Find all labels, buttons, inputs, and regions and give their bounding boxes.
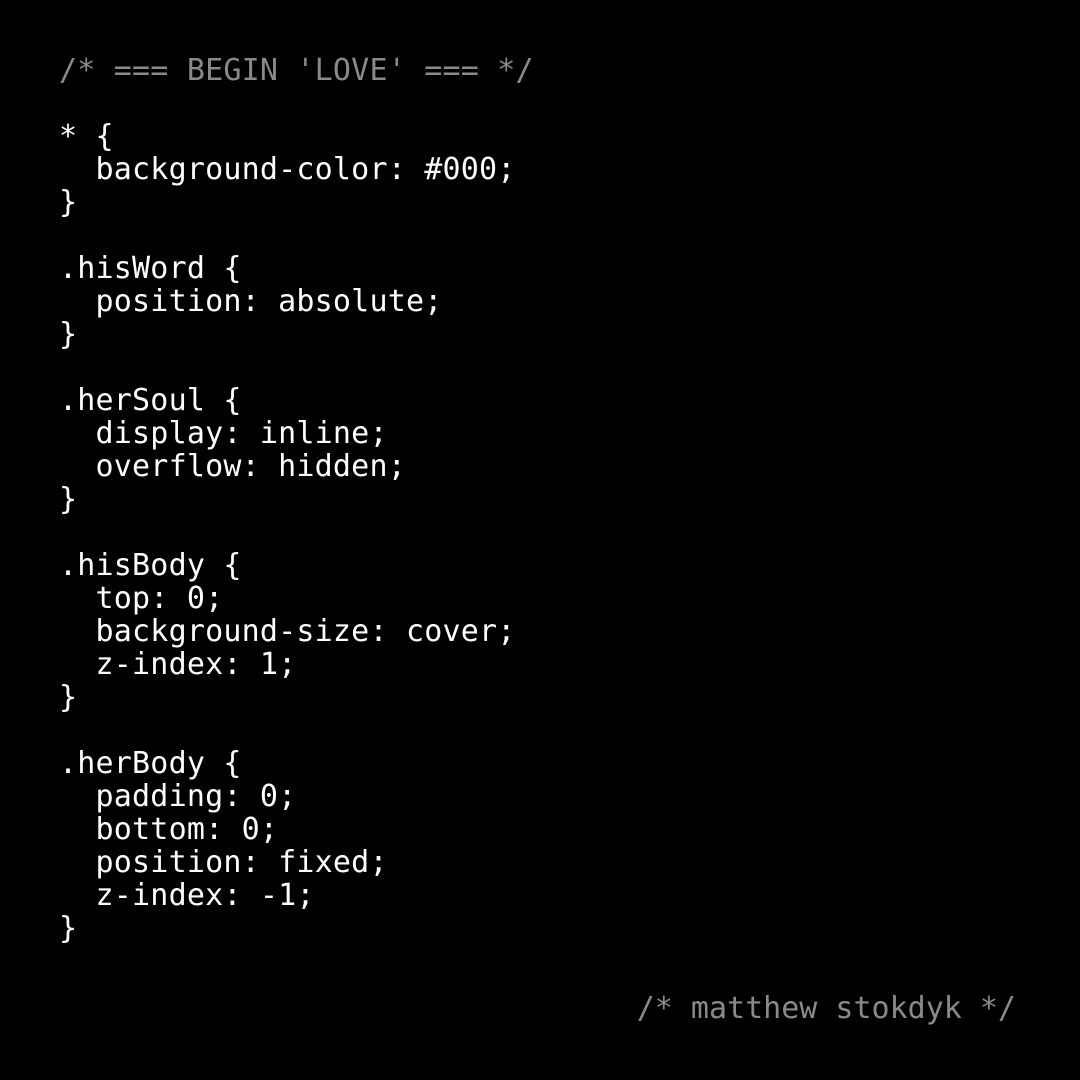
code-line-top: top: 0; bbox=[59, 581, 224, 616]
code-line-z-index-positive: z-index: 1; bbox=[59, 647, 297, 682]
code-line-universal-selector: * { bbox=[59, 119, 114, 154]
code-line-display-inline: display: inline; bbox=[59, 416, 388, 451]
code-line-background-size: background-size: cover; bbox=[59, 614, 516, 649]
code-line-padding: padding: 0; bbox=[59, 779, 297, 814]
code-line-background-color: background-color: #000; bbox=[59, 152, 516, 187]
code-line-close-brace: } bbox=[59, 185, 78, 220]
code-line-close-brace: } bbox=[59, 680, 78, 715]
code-line-hisbody-selector: .hisBody { bbox=[59, 548, 242, 583]
code-line-close-brace: } bbox=[59, 482, 78, 517]
code-line-close-brace: } bbox=[59, 911, 78, 946]
code-line-z-index-negative: z-index: -1; bbox=[59, 878, 315, 913]
code-line-bottom: bottom: 0; bbox=[59, 812, 279, 847]
code-line-herbody-selector: .herBody { bbox=[59, 746, 242, 781]
code-line-hisword-selector: .hisWord { bbox=[59, 251, 242, 286]
css-code-block: /* === BEGIN 'LOVE' === */ * { background… bbox=[59, 54, 534, 945]
poem-canvas: /* === BEGIN 'LOVE' === */ * { background… bbox=[0, 0, 1080, 1080]
author-signature: /* matthew stokdyk */ bbox=[636, 991, 1016, 1026]
code-line-begin-comment: /* === BEGIN 'LOVE' === */ bbox=[59, 53, 534, 88]
code-line-close-brace: } bbox=[59, 317, 78, 352]
code-line-position-absolute: position: absolute; bbox=[59, 284, 443, 319]
code-line-overflow-hidden: overflow: hidden; bbox=[59, 449, 406, 484]
code-line-hersoul-selector: .herSoul { bbox=[59, 383, 242, 418]
code-line-position-fixed: position: fixed; bbox=[59, 845, 388, 880]
